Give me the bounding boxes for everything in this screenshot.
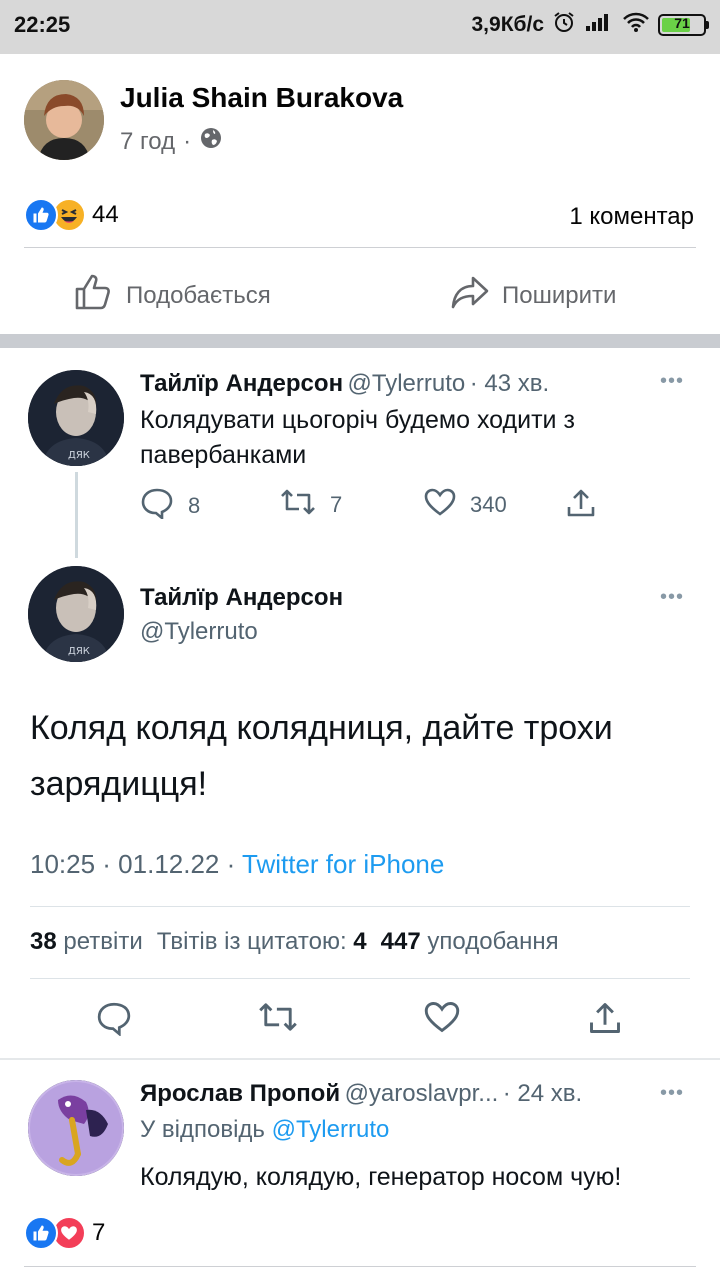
likes-stat[interactable]: 447 уподобання bbox=[381, 928, 559, 956]
share-tweet-button[interactable] bbox=[566, 487, 596, 525]
more-icon[interactable]: ••• bbox=[660, 370, 684, 393]
tweet-author-handle[interactable]: @Tylerruto bbox=[348, 370, 466, 397]
quotes-stat[interactable]: Твітів із цитатою: 4 bbox=[157, 928, 367, 956]
retweet-icon bbox=[280, 487, 316, 523]
like-icon bbox=[24, 1216, 58, 1250]
retweet-count: 7 bbox=[330, 492, 343, 517]
timestamp-text: 10:25 · 01.12.22 · bbox=[30, 849, 243, 879]
reply-to: У відповідь @Tylerruto bbox=[140, 1116, 389, 1144]
like-outline-icon bbox=[74, 272, 114, 319]
section-separator bbox=[0, 334, 720, 348]
reply-icon bbox=[96, 1002, 132, 1040]
main-tweet-author-handle[interactable]: @Tylerruto bbox=[140, 618, 258, 646]
meta-separator: · bbox=[183, 127, 192, 155]
main-tweet-stats: 38 ретвіти Твітів із цитатою: 4 447 упод… bbox=[30, 928, 559, 956]
like-count: 340 bbox=[470, 492, 507, 517]
tweet-author-name[interactable]: Тайлїр Андерсон bbox=[140, 370, 343, 397]
divider bbox=[30, 906, 690, 907]
more-icon[interactable]: ••• bbox=[660, 586, 684, 609]
retweet-icon bbox=[258, 1003, 298, 1038]
main-share-button[interactable] bbox=[588, 1000, 622, 1041]
more-icon[interactable]: ••• bbox=[660, 1082, 684, 1105]
wifi-icon bbox=[622, 11, 650, 38]
reply-mention-link[interactable]: @Tylerruto bbox=[272, 1116, 390, 1143]
reply-time[interactable]: · 24 хв. bbox=[503, 1080, 582, 1107]
likes-label: уподобання bbox=[427, 928, 559, 955]
share-button[interactable]: Поширити bbox=[450, 272, 616, 319]
reply-icon bbox=[140, 487, 174, 525]
alarm-icon bbox=[552, 10, 576, 39]
main-tweet-text: Коляд коляд колядниця, дайте трохи заряд… bbox=[30, 709, 613, 803]
share-icon bbox=[450, 272, 490, 319]
tweet-avatar[interactable]: ДЯК bbox=[28, 370, 124, 466]
like-icon bbox=[24, 198, 58, 232]
svg-text:ДЯК: ДЯК bbox=[68, 646, 90, 657]
like-tweet-button[interactable]: 340 bbox=[424, 487, 507, 523]
upload-icon bbox=[566, 487, 596, 525]
svg-text:ДЯК: ДЯК bbox=[68, 450, 90, 461]
reply-count: 8 bbox=[188, 493, 201, 518]
upload-icon bbox=[588, 1003, 622, 1040]
like-button[interactable]: Подобається bbox=[74, 272, 271, 319]
main-tweet-author-name[interactable]: Тайлїр Андерсон bbox=[140, 584, 343, 612]
heart-icon bbox=[424, 1002, 460, 1038]
comment-reaction-count: 7 bbox=[92, 1219, 106, 1246]
author-name[interactable]: Julia Shain Burakova bbox=[120, 82, 403, 114]
main-tweet-timestamp: 10:25 · 01.12.22 · Twitter for iPhone bbox=[30, 849, 444, 880]
main-reply-button[interactable] bbox=[96, 1000, 132, 1041]
reply-author-handle[interactable]: @yaroslavpr... bbox=[345, 1080, 499, 1107]
retweet-button[interactable]: 7 bbox=[280, 487, 342, 523]
share-label: Поширити bbox=[502, 281, 617, 309]
divider bbox=[24, 247, 696, 248]
reply-header: Ярослав Пропой @yaroslavpr... · 24 хв. bbox=[140, 1080, 582, 1108]
reply-prefix: У відповідь bbox=[140, 1116, 265, 1143]
heart-icon bbox=[424, 487, 456, 523]
reply-text: Колядую, колядую, генератор носом чую! bbox=[140, 1163, 622, 1191]
retweets-label: ретвіти bbox=[63, 928, 143, 955]
main-like-button[interactable] bbox=[424, 1000, 460, 1039]
retweets-stat[interactable]: 38 ретвіти bbox=[30, 928, 143, 956]
tweet-source-link[interactable]: Twitter for iPhone bbox=[242, 849, 444, 879]
comment-reactions[interactable]: 7 bbox=[24, 1216, 105, 1250]
quotes-label: Твітів із цитатою: bbox=[156, 928, 347, 955]
globe-icon bbox=[199, 126, 223, 157]
likes-count: 447 bbox=[380, 928, 421, 955]
signal-icon bbox=[584, 11, 614, 38]
reply-author-name[interactable]: Ярослав Пропой bbox=[140, 1080, 340, 1107]
post-time[interactable]: 7 год bbox=[120, 128, 175, 156]
reply-button[interactable]: 8 bbox=[140, 487, 200, 525]
reactions-summary[interactable]: 44 bbox=[24, 198, 119, 232]
battery-level: 71 bbox=[674, 14, 690, 31]
main-retweet-button[interactable] bbox=[258, 1000, 298, 1039]
quotes-count: 4 bbox=[353, 928, 367, 955]
divider bbox=[0, 1058, 720, 1060]
reply-avatar[interactable] bbox=[28, 1080, 124, 1176]
tweet-text: Колядувати цьогоріч будемо ходити з паве… bbox=[140, 406, 575, 469]
status-bar: 22:25 3,9Кб/с 71 bbox=[0, 0, 720, 54]
battery-icon: 71 bbox=[658, 13, 709, 36]
status-icons: 3,9Кб/с 71 bbox=[471, 10, 709, 39]
network-speed: 3,9Кб/с bbox=[471, 12, 545, 36]
thread-line bbox=[75, 472, 78, 558]
like-label: Подобається bbox=[126, 281, 271, 309]
post-meta: 7 год · bbox=[120, 126, 223, 157]
retweets-count: 38 bbox=[30, 928, 57, 955]
main-tweet-avatar[interactable]: ДЯК bbox=[28, 566, 124, 662]
tweet-time[interactable]: · 43 хв. bbox=[470, 370, 549, 397]
tweet-header: Тайлїр Андерсон @Tylerruto · 43 хв. bbox=[140, 370, 549, 398]
comments-count[interactable]: 1 коментар bbox=[569, 203, 694, 231]
author-avatar[interactable] bbox=[24, 80, 104, 160]
status-time: 22:25 bbox=[14, 12, 71, 37]
reaction-count: 44 bbox=[92, 201, 119, 228]
divider bbox=[30, 978, 690, 979]
divider bbox=[24, 1266, 696, 1267]
